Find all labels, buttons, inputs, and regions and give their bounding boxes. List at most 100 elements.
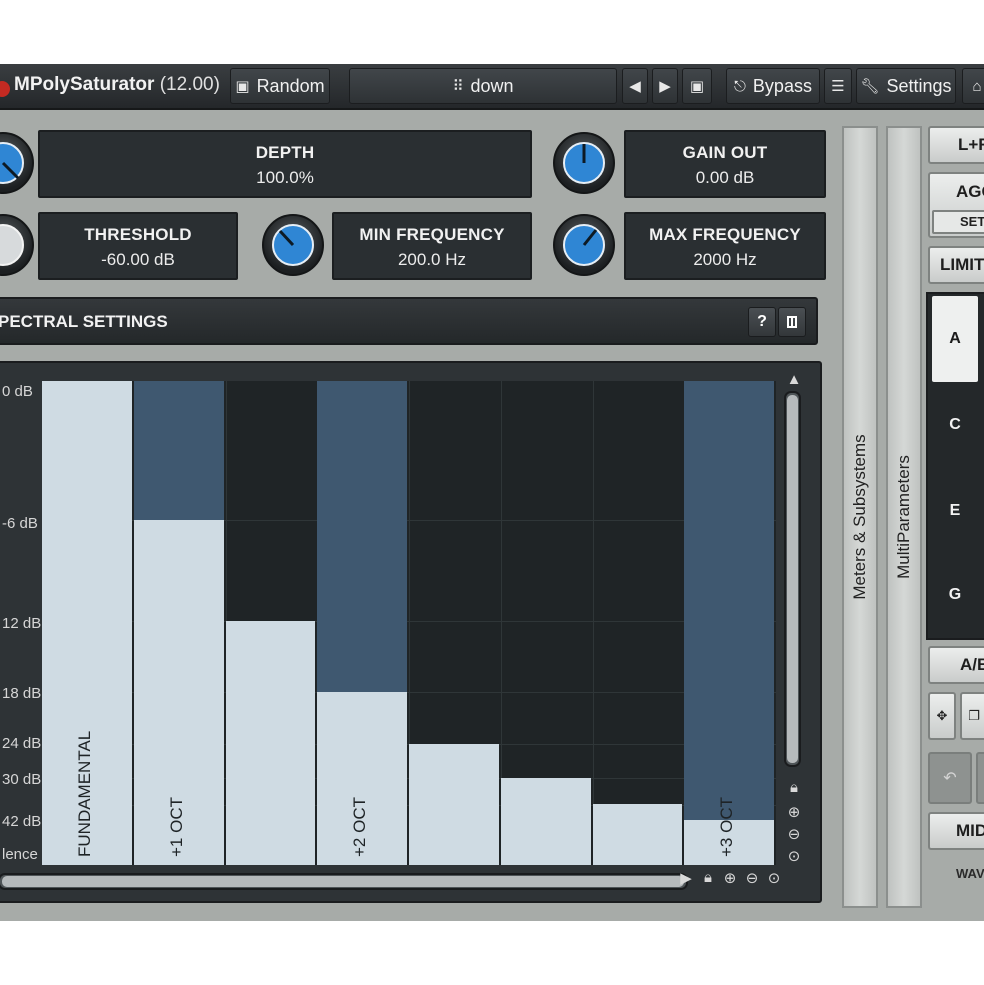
gain-out-panel[interactable]: GAIN OUT 0.00 dB bbox=[624, 130, 826, 198]
knob-indicator-icon bbox=[563, 224, 605, 266]
agc-set-label: SET bbox=[960, 214, 984, 229]
collapse-button[interactable] bbox=[778, 307, 806, 337]
meters-subsystems-label: Meters & Subsystems bbox=[850, 434, 869, 600]
preset-selector[interactable]: ⠿ down bbox=[349, 68, 617, 104]
harmonic-bar-label: +2 OCT bbox=[350, 797, 369, 857]
min-frequency-knob[interactable] bbox=[262, 214, 324, 276]
channel-mode-label: L+R bbox=[958, 135, 984, 154]
help-icon: ? bbox=[757, 313, 767, 330]
harmonic-bar-label: +3 OCT bbox=[717, 797, 736, 857]
arrow-right-icon: ▶ bbox=[659, 78, 671, 95]
mixer-button[interactable]: ☰ bbox=[824, 68, 852, 104]
y-axis-label: lence bbox=[2, 846, 38, 863]
settings-button[interactable]: 🔧︎ Settings bbox=[856, 68, 956, 104]
y-axis-label: 30 dB bbox=[2, 771, 42, 788]
grid-icon: ⠿ bbox=[452, 78, 464, 95]
slot-e-label: E bbox=[949, 502, 961, 519]
threshold-panel[interactable]: THRESHOLD -60.00 dB bbox=[38, 212, 238, 280]
y-axis-label: 0 dB bbox=[2, 383, 33, 400]
spectral-settings-header[interactable]: PECTRAL SETTINGS ? bbox=[0, 297, 818, 345]
bypass-button-label: Bypass bbox=[752, 75, 812, 96]
midi-label: MIDI bbox=[956, 821, 984, 840]
max-frequency-knob[interactable] bbox=[553, 214, 615, 276]
sliders-icon: ☰ bbox=[831, 78, 845, 95]
zoom-reset-icon[interactable]: ⊙ bbox=[784, 847, 804, 865]
zoom-in-icon[interactable]: ⊕ bbox=[720, 869, 740, 887]
max-frequency-panel[interactable]: MAX FREQUENCY 2000 Hz bbox=[624, 212, 826, 280]
zoom-out-icon[interactable]: ⊖ bbox=[742, 869, 762, 887]
expand-button[interactable]: ✥ bbox=[928, 692, 956, 740]
limit-label: LIMIT bbox=[940, 255, 984, 274]
ab-button[interactable]: A/B bbox=[928, 646, 984, 684]
y-axis-label: 42 dB bbox=[2, 813, 42, 830]
random-button-label: Random bbox=[256, 75, 325, 96]
help-button[interactable]: ? bbox=[748, 307, 776, 337]
home-button[interactable]: ⌂ bbox=[962, 68, 984, 104]
min-frequency-value: 200.0 Hz bbox=[397, 250, 467, 269]
random-button[interactable]: ▣ Random bbox=[230, 68, 330, 104]
lock-icon[interactable]: 🔒︎ bbox=[784, 779, 804, 796]
next-preset-button[interactable]: ▶ bbox=[652, 68, 678, 104]
max-frequency-value: 2000 Hz bbox=[693, 250, 757, 269]
harmonic-bar[interactable] bbox=[409, 744, 499, 865]
depth-panel[interactable]: DEPTH 100.0% bbox=[38, 130, 532, 198]
knob-indicator-icon bbox=[272, 224, 314, 266]
min-frequency-panel[interactable]: MIN FREQUENCY 200.0 Hz bbox=[332, 212, 532, 280]
max-frequency-label: MAX FREQUENCY bbox=[649, 225, 801, 244]
random-preset-button[interactable]: ▣ bbox=[682, 68, 712, 104]
min-frequency-label: MIN FREQUENCY bbox=[359, 225, 505, 244]
previous-preset-button[interactable]: ◀ bbox=[622, 68, 648, 104]
depth-label: DEPTH bbox=[255, 143, 315, 162]
spectral-editor: FUNDAMENTAL +1 OCT +2 OCT +3 OCT 0 dB -6 dB… bbox=[0, 361, 822, 903]
dice-icon: ▣ bbox=[235, 78, 250, 95]
harmonic-bar[interactable] bbox=[501, 778, 591, 865]
limit-button[interactable]: LIMIT bbox=[928, 246, 984, 284]
harmonics-graph[interactable]: FUNDAMENTAL +1 OCT +2 OCT +3 OCT bbox=[42, 381, 776, 865]
arrow-left-icon: ◀ bbox=[629, 78, 641, 95]
channel-mode-button[interactable]: L+R bbox=[928, 126, 984, 164]
scroll-right-icon[interactable]: ▶ bbox=[676, 869, 696, 887]
horizontal-scrollbar[interactable] bbox=[0, 873, 688, 890]
slot-g-button[interactable]: G bbox=[932, 552, 978, 638]
harmonic-bar[interactable] bbox=[226, 621, 315, 865]
harmonic-bar-label: +1 OCT bbox=[167, 797, 186, 857]
undo-button[interactable]: ↶ bbox=[928, 752, 972, 804]
plugin-window: MPolySaturator (12.00) ▣ Random ⠿ down ◀… bbox=[0, 64, 984, 921]
depth-value: 100.0% bbox=[256, 168, 314, 187]
bypass-icon: ⎋ bbox=[734, 77, 746, 95]
agc-label: AGC bbox=[956, 182, 984, 201]
zoom-out-icon[interactable]: ⊖ bbox=[784, 825, 804, 843]
bypass-button[interactable]: ⎋ Bypass bbox=[726, 68, 820, 104]
wave-label: WAVE bbox=[956, 866, 984, 881]
zoom-reset-icon[interactable]: ⊙ bbox=[764, 869, 784, 887]
depth-knob[interactable] bbox=[0, 132, 34, 194]
multiparameters-label: MultiParameters bbox=[894, 455, 913, 579]
gain-out-knob[interactable] bbox=[553, 132, 615, 194]
y-axis-label: -6 dB bbox=[2, 515, 38, 532]
plugin-version: (12.00) bbox=[159, 74, 220, 95]
threshold-knob[interactable] bbox=[0, 214, 34, 276]
zoom-in-icon[interactable]: ⊕ bbox=[784, 803, 804, 821]
preset-name: down bbox=[470, 75, 514, 96]
slot-a-button[interactable]: A bbox=[932, 296, 978, 382]
wrench-icon: 🔧︎ bbox=[860, 78, 880, 95]
y-axis-label: 12 dB bbox=[2, 615, 42, 632]
scroll-up-icon[interactable]: ▲ bbox=[784, 371, 804, 388]
agc-set-button[interactable]: SET bbox=[932, 210, 984, 234]
copy-button[interactable]: ❐ bbox=[960, 692, 984, 740]
vertical-scrollbar[interactable] bbox=[784, 391, 801, 767]
harmonic-bar[interactable] bbox=[593, 804, 682, 865]
grid-line bbox=[593, 381, 594, 865]
gain-out-label: GAIN OUT bbox=[682, 143, 768, 162]
home-icon: ⌂ bbox=[972, 77, 982, 95]
plugin-name: MPolySaturator bbox=[14, 74, 155, 95]
midi-button[interactable]: MIDI bbox=[928, 812, 984, 850]
slot-c-button[interactable]: C bbox=[932, 382, 978, 468]
multiparameters-panel[interactable]: MultiParameters bbox=[886, 126, 922, 908]
lock-icon[interactable]: 🔒︎ bbox=[698, 869, 718, 886]
threshold-value: -60.00 dB bbox=[101, 250, 175, 269]
meters-subsystems-panel[interactable]: Meters & Subsystems bbox=[842, 126, 878, 908]
ab-label: A/B bbox=[960, 655, 984, 674]
redo-button[interactable] bbox=[976, 752, 984, 804]
slot-e-button[interactable]: E bbox=[932, 468, 978, 554]
